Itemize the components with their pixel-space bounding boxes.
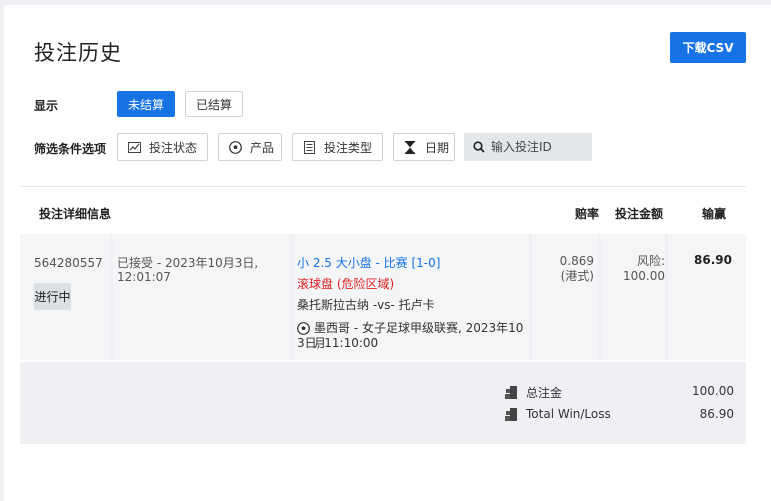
tab-unsettled[interactable]: 未结算	[117, 91, 175, 117]
column-header-details: 投注详细信息	[39, 207, 112, 221]
column-header-winloss: 输赢	[702, 207, 727, 221]
total-winloss-label: Total Win/Loss	[526, 407, 611, 421]
winloss-value: 86.90	[694, 253, 732, 267]
winloss-cell: 86.90	[668, 234, 746, 360]
selection-link[interactable]: 小 2.5 大小盘 - 比赛 [1-0]	[297, 256, 440, 271]
trend-chart-icon	[127, 140, 141, 154]
filter-product-label: 产品	[250, 140, 275, 155]
accepted-cell: 已接受 - 2023年10月3日, 12:01:07	[113, 234, 290, 360]
hourglass-icon	[403, 140, 417, 154]
divider	[20, 186, 746, 187]
total-stake-value: 100.00	[692, 384, 734, 398]
league-line2: 3日, 11:10:00	[297, 336, 379, 350]
filter-bet-type-label: 投注类型	[324, 140, 373, 155]
selection-cell: 小 2.5 大小盘 - 比赛 [1-0] 滚球盘 (危险区域) 桑托斯拉古纳 -…	[293, 234, 529, 360]
accepted-time-line1: 已接受 - 2023年10月3日,	[117, 256, 259, 270]
soccer-ball-icon	[297, 322, 310, 335]
odds-type: (港式)	[560, 269, 594, 283]
bet-id-search-box[interactable]	[464, 133, 592, 161]
table-row: 564280557 进行中 已接受 - 2023年10月3日, 12:01:07…	[20, 234, 746, 360]
bet-history-panel: 投注历史 下载CSV 显示 未结算 已结算 筛选条件选项 投注状态 产品 投注类…	[4, 5, 771, 501]
odds-cell: 0.869 (港式)	[532, 234, 598, 360]
total-stake-label: 总注金	[526, 386, 563, 400]
stake-cell: 风险: 100.00	[601, 234, 665, 360]
bet-id-cell: 564280557 进行中	[20, 234, 110, 360]
filter-date-button[interactable]: 日期	[393, 133, 455, 161]
coins-icon	[505, 386, 517, 399]
filter-bet-status-button[interactable]: 投注状态	[117, 133, 208, 161]
page-title: 投注历史	[34, 41, 122, 65]
match-name: 桑托斯拉古纳 -vs- 托卢卡	[297, 298, 435, 312]
download-csv-button[interactable]: 下载CSV	[670, 32, 746, 63]
bet-id-search-input[interactable]	[491, 140, 587, 154]
stake-value: 100.00	[623, 269, 665, 283]
summary-panel: 总注金 100.00 Total Win/Loss 86.90	[20, 362, 746, 444]
odds-value: 0.869	[559, 254, 594, 268]
status-badge: 进行中	[34, 283, 71, 310]
display-label: 显示	[34, 99, 59, 113]
filter-bet-status-label: 投注状态	[149, 140, 198, 155]
column-header-odds: 赔率	[575, 207, 600, 221]
accepted-time-line2: 12:01:07	[117, 270, 171, 284]
coins-icon	[505, 408, 517, 421]
column-header-stake: 投注金额	[615, 207, 664, 221]
bet-id: 564280557	[34, 256, 103, 270]
filter-product-button[interactable]: 产品	[218, 133, 282, 161]
document-icon	[302, 140, 316, 154]
stake-label: 风险:	[636, 254, 665, 268]
total-winloss-value: 86.90	[699, 407, 734, 421]
filter-bet-type-button[interactable]: 投注类型	[292, 133, 383, 161]
search-icon	[473, 141, 485, 153]
filter-date-label: 日期	[425, 140, 450, 155]
tab-settled[interactable]: 已结算	[185, 91, 243, 117]
soccer-ball-icon	[228, 140, 242, 154]
filter-options-label: 筛选条件选项	[34, 142, 107, 156]
live-danger-tag: 滚球盘 (危险区域)	[297, 277, 395, 291]
